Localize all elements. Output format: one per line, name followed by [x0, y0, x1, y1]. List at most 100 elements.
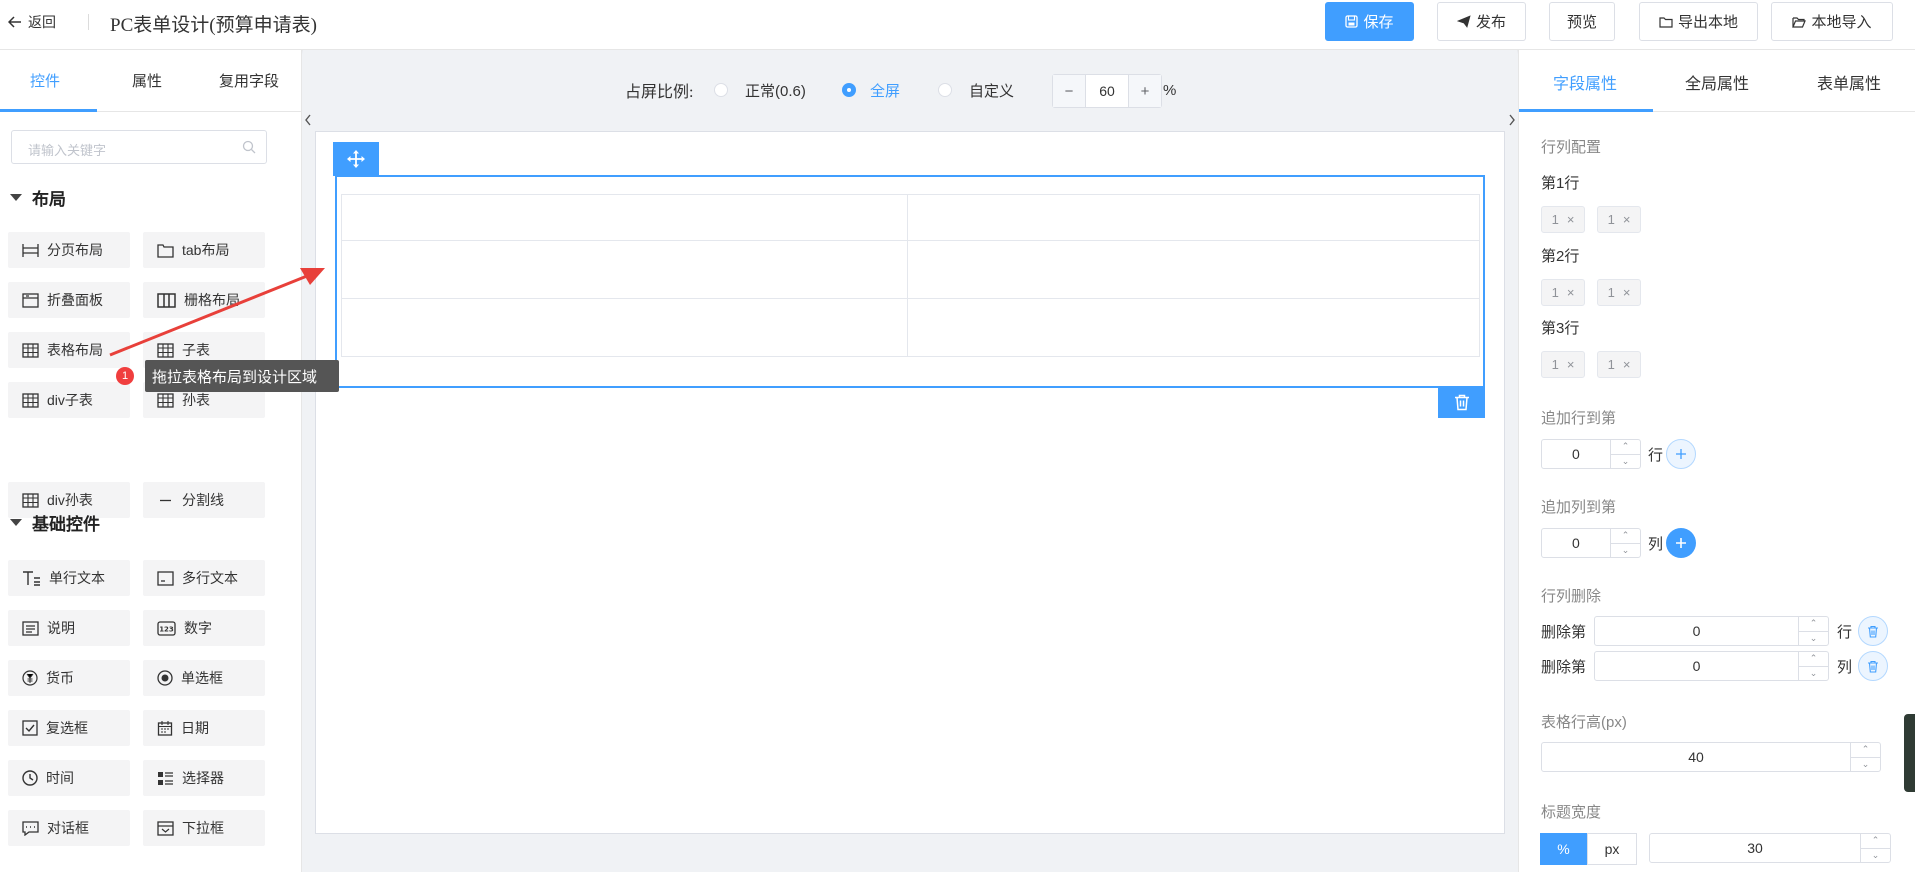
table-cell-r1c1[interactable]: [341, 194, 908, 241]
row-1-col-chip[interactable]: 1 ×: [1541, 206, 1585, 233]
chevron-up-icon[interactable]: ⌃: [1611, 440, 1640, 455]
back-button[interactable]: 返回: [8, 10, 56, 34]
append-row-button[interactable]: [1666, 439, 1696, 469]
collapse-left-icon[interactable]: [303, 112, 313, 128]
ratio-option-fullscreen[interactable]: 全屏: [842, 72, 900, 108]
delete-col-button[interactable]: [1858, 651, 1888, 681]
control-div-subtable[interactable]: div子表: [8, 382, 130, 418]
table-cell-r2c1[interactable]: [341, 240, 908, 299]
delete-col-spinner[interactable]: ⌃ ⌄: [1798, 652, 1828, 680]
control-checkbox[interactable]: 复选框: [8, 710, 130, 746]
chevron-up-icon[interactable]: ⌃: [1799, 652, 1828, 667]
chevron-up-icon[interactable]: ⌃: [1851, 743, 1880, 758]
row-3-col-chip[interactable]: 1 ×: [1541, 351, 1585, 378]
table-cell-r1c2[interactable]: [907, 194, 1480, 241]
control-table-layout[interactable]: 表格布局: [8, 332, 130, 368]
delete-row-button[interactable]: [1858, 616, 1888, 646]
zoom-unit: %: [1163, 72, 1176, 108]
zoom-decrease-button[interactable]: −: [1053, 75, 1085, 107]
export-local-button[interactable]: 导出本地: [1639, 2, 1758, 41]
chevron-up-icon[interactable]: ⌃: [1861, 834, 1890, 849]
tab-controls[interactable]: 控件: [30, 70, 60, 91]
append-row-input[interactable]: 0 ⌃ ⌄: [1541, 439, 1641, 469]
radio-custom[interactable]: [938, 83, 952, 97]
radio-normal[interactable]: [714, 83, 728, 97]
title-width-input[interactable]: 30 ⌃ ⌄: [1649, 833, 1891, 863]
control-dialog[interactable]: 对话框: [8, 810, 130, 846]
unit-px-button[interactable]: px: [1587, 833, 1637, 865]
control-radio[interactable]: 单选框: [143, 660, 265, 696]
row-2-col-chip[interactable]: 1 ×: [1541, 279, 1585, 306]
control-multi-line-text[interactable]: 多行文本: [143, 560, 265, 596]
side-floating-widget[interactable]: [1904, 714, 1915, 792]
chevron-down-icon[interactable]: ⌄: [1611, 544, 1640, 558]
row-3-col-chip[interactable]: 1 ×: [1597, 351, 1641, 378]
append-col-spinner[interactable]: ⌃ ⌄: [1610, 529, 1640, 557]
table-cell-r3c1[interactable]: [341, 298, 908, 357]
drag-handle[interactable]: [333, 142, 379, 176]
control-time[interactable]: 时间: [8, 760, 130, 796]
chevron-down-icon[interactable]: ⌄: [1611, 455, 1640, 469]
delete-col-input[interactable]: 0 ⌃ ⌄: [1594, 651, 1829, 681]
delete-row-spinner[interactable]: ⌃ ⌄: [1798, 617, 1828, 645]
control-pagination-layout[interactable]: 分页布局: [8, 232, 130, 268]
close-icon[interactable]: ×: [1623, 285, 1631, 300]
collapse-right-icon[interactable]: [1507, 112, 1517, 128]
import-local-button[interactable]: 本地导入: [1771, 2, 1893, 41]
chevron-down-icon[interactable]: ⌄: [1799, 632, 1828, 646]
table-cell-r2c2[interactable]: [907, 240, 1480, 299]
control-grid-layout[interactable]: 栅格布局: [143, 282, 265, 318]
title-width-spinner[interactable]: ⌃ ⌄: [1860, 834, 1890, 862]
chevron-up-icon[interactable]: ⌃: [1611, 529, 1640, 544]
control-label: 选择器: [182, 770, 224, 786]
chevron-up-icon[interactable]: ⌃: [1799, 617, 1828, 632]
row-height-spinner[interactable]: ⌃ ⌄: [1850, 743, 1880, 771]
search-input[interactable]: 请输入关键字: [11, 130, 267, 164]
layout-group-header[interactable]: 布局: [10, 185, 66, 210]
tab-global-properties[interactable]: 全局属性: [1685, 70, 1749, 94]
delete-row-input[interactable]: 0 ⌃ ⌄: [1594, 616, 1829, 646]
publish-button[interactable]: 发布: [1437, 2, 1526, 41]
control-description[interactable]: 说明: [8, 610, 130, 646]
zoom-increase-button[interactable]: +: [1129, 75, 1161, 107]
chevron-down-icon[interactable]: ⌄: [1851, 758, 1880, 772]
control-collapse-panel[interactable]: 折叠面板: [8, 282, 130, 318]
unit-percent-button[interactable]: %: [1540, 833, 1587, 865]
zoom-value[interactable]: 60: [1085, 75, 1129, 107]
tab-field-properties[interactable]: 字段属性: [1553, 70, 1617, 94]
ratio-option-custom[interactable]: 自定义: [938, 72, 1014, 108]
control-tab-layout[interactable]: tab布局: [143, 232, 265, 268]
row-height-input[interactable]: 40 ⌃ ⌄: [1541, 742, 1881, 772]
zoom-stepper[interactable]: − 60 +: [1052, 74, 1162, 108]
control-single-line-text[interactable]: 单行文本: [8, 560, 130, 596]
control-currency[interactable]: 货币: [8, 660, 130, 696]
close-icon[interactable]: ×: [1623, 357, 1631, 372]
save-button[interactable]: 保存: [1325, 2, 1414, 41]
close-icon[interactable]: ×: [1567, 212, 1575, 227]
table-cell-r3c2[interactable]: [907, 298, 1480, 357]
basic-group-header[interactable]: 基础控件: [10, 510, 100, 535]
tab-reusable-fields[interactable]: 复用字段: [219, 70, 279, 91]
close-icon[interactable]: ×: [1567, 357, 1575, 372]
control-number[interactable]: 123 数字: [143, 610, 265, 646]
row-2-col-chip[interactable]: 1 ×: [1597, 279, 1641, 306]
control-date[interactable]: 日期: [143, 710, 265, 746]
row-1-col-chip[interactable]: 1 ×: [1597, 206, 1641, 233]
tab-form-properties[interactable]: 表单属性: [1817, 70, 1881, 94]
table-layout-component[interactable]: [335, 175, 1485, 388]
tab-properties[interactable]: 属性: [132, 70, 162, 91]
ratio-option-normal[interactable]: 正常(0.6): [714, 72, 806, 108]
radio-fullscreen[interactable]: [842, 83, 856, 97]
close-icon[interactable]: ×: [1623, 212, 1631, 227]
preview-button[interactable]: 预览: [1549, 2, 1615, 41]
append-col-button[interactable]: [1666, 528, 1696, 558]
control-selector[interactable]: 选择器: [143, 760, 265, 796]
append-col-input[interactable]: 0 ⌃ ⌄: [1541, 528, 1641, 558]
close-icon[interactable]: ×: [1567, 285, 1575, 300]
append-row-spinner[interactable]: ⌃ ⌄: [1610, 440, 1640, 468]
control-divider[interactable]: 分割线: [143, 482, 265, 518]
control-dropdown[interactable]: 下拉框: [143, 810, 265, 846]
chevron-down-icon[interactable]: ⌄: [1861, 849, 1890, 863]
chevron-down-icon[interactable]: ⌄: [1799, 667, 1828, 681]
delete-component-button[interactable]: [1438, 386, 1485, 418]
